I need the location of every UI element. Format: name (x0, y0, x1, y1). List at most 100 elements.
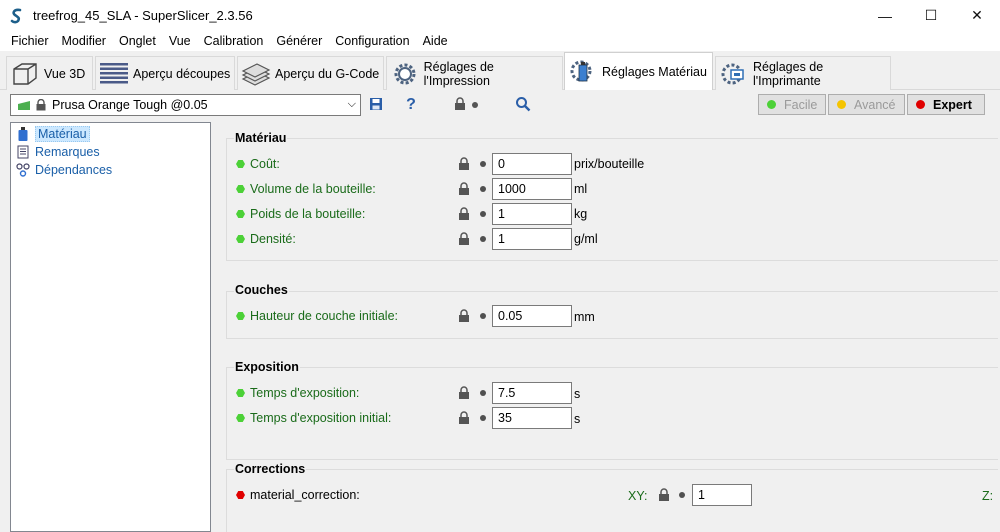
bottle-volume-input[interactable]: 1000 (492, 178, 572, 200)
tab-reglages-imprimante[interactable]: Réglages de l'Imprimante (715, 56, 891, 90)
tree-item-label: Remarques (35, 145, 100, 159)
search-button[interactable] (513, 95, 533, 115)
minimize-button[interactable]: — (862, 0, 908, 31)
unit-label: kg (574, 207, 588, 221)
tab-label: Réglages de l'Impression (423, 59, 494, 88)
layers-icon (99, 61, 129, 87)
mode-label: Avancé (854, 97, 896, 112)
mode-advanced-button[interactable]: Avancé (828, 94, 905, 115)
tab-apercu-decoupes[interactable]: Aperçu découpes (95, 56, 235, 90)
save-icon (369, 97, 383, 114)
menu-aide[interactable]: Aide (416, 34, 454, 48)
lock-legend-button[interactable] (450, 95, 482, 115)
tree-item-label: Dépendances (35, 163, 113, 177)
density-input[interactable]: 1 (492, 228, 572, 250)
mode-label: Facile (784, 97, 818, 112)
option-label: Volume de la bouteille: (236, 182, 376, 196)
initial-exposure-time-input[interactable]: 35 (492, 407, 572, 429)
unit-label: ml (574, 182, 588, 196)
mode-expert-button[interactable]: Expert (907, 94, 985, 115)
unit-label: g/ml (574, 232, 598, 246)
option-row-exposure-time: Temps d'exposition: 7.5 s (212, 382, 1000, 404)
tab-apercu-gcode[interactable]: Aperçu du G-Code (237, 56, 384, 90)
tab-label: Réglages Matériau (602, 65, 707, 79)
menu-configuration[interactable]: Configuration (328, 34, 415, 48)
dependencies-icon (16, 163, 30, 177)
tab-label: Réglages de l'Imprimante (753, 59, 824, 88)
initial-layer-height-input[interactable]: 0.05 (492, 305, 572, 327)
mode-label: Expert (933, 97, 972, 112)
lock-icon (35, 98, 47, 111)
green-hex-icon (236, 234, 245, 244)
option-label: Poids de la bouteille: (236, 207, 365, 221)
chevron-down-icon: ⌵ (347, 98, 356, 110)
gear-icon (390, 61, 420, 87)
reset-bullet-icon[interactable] (480, 236, 486, 242)
exposure-time-input[interactable]: 7.5 (492, 382, 572, 404)
lock-icon[interactable] (458, 182, 472, 196)
option-label: Densité: (236, 232, 296, 246)
green-hex-icon (236, 184, 245, 194)
red-hex-icon (236, 490, 245, 500)
window-title: treefrog_45_SLA - SuperSlicer_2.3.56 (33, 8, 253, 23)
tree-item-materiau[interactable]: Matériau (16, 125, 90, 143)
menu-fichier[interactable]: Fichier (4, 34, 55, 48)
printer-gear-icon (719, 61, 749, 87)
option-row-volume: Volume de la bouteille: 1000 ml (212, 178, 1000, 200)
cost-input[interactable]: 0 (492, 153, 572, 175)
menu-calibration[interactable]: Calibration (197, 34, 270, 48)
group-title-materiau: Matériau (234, 131, 288, 145)
green-hex-icon (236, 311, 245, 321)
reset-bullet-icon[interactable] (679, 492, 685, 498)
mode-simple-button[interactable]: Facile (758, 94, 826, 115)
preset-select[interactable]: Prusa Orange Tough @0.05 ⌵ (10, 94, 361, 116)
minimize-icon: — (878, 7, 892, 24)
lock-icon[interactable] (458, 232, 472, 246)
tab-vue-3d[interactable]: Vue 3D (6, 56, 93, 90)
menu-modifier[interactable]: Modifier (55, 34, 112, 48)
green-hex-icon (236, 209, 245, 219)
tab-reglages-impression[interactable]: Réglages de l'Impression (386, 56, 563, 90)
option-row-material-correction: material_correction: XY: 1 Z: (212, 484, 1000, 506)
lock-icon[interactable] (458, 207, 472, 221)
maximize-button[interactable]: ☐ (908, 0, 954, 31)
unit-label: prix/bouteille (574, 157, 645, 171)
close-button[interactable]: ✕ (954, 0, 1000, 31)
save-preset-button[interactable] (366, 95, 386, 115)
reset-bullet-icon[interactable] (480, 415, 486, 421)
unit-label: mm (574, 310, 595, 324)
lock-icon[interactable] (658, 488, 672, 502)
lock-icon[interactable] (458, 157, 472, 171)
tree-item-label: Matériau (35, 126, 90, 142)
option-row-poids: Poids de la bouteille: 1 kg (212, 203, 1000, 225)
tab-reglages-materiau[interactable]: Réglages Matériau (564, 52, 713, 91)
z-label: Z: (982, 489, 994, 503)
gcode-stack-icon (241, 61, 271, 87)
close-icon: ✕ (971, 7, 983, 23)
option-label: Temps d'exposition initial: (236, 411, 391, 425)
settings-page: Matériau Coût: 0 prix/bouteille Volume d… (212, 122, 1000, 532)
bottle-weight-input[interactable]: 1 (492, 203, 572, 225)
reset-bullet-icon[interactable] (480, 313, 486, 319)
resin-gear-icon (568, 59, 598, 85)
menu-generer[interactable]: Générer (269, 34, 328, 48)
group-title-couches: Couches (234, 283, 289, 297)
reset-bullet-icon[interactable] (480, 161, 486, 167)
option-label: Temps d'exposition: (236, 386, 359, 400)
group-title-exposition: Exposition (234, 360, 300, 374)
tab-label: Vue 3D (44, 66, 86, 81)
menu-vue[interactable]: Vue (162, 34, 197, 48)
reset-bullet-icon[interactable] (480, 186, 486, 192)
green-hex-icon (236, 388, 245, 398)
menu-onglet[interactable]: Onglet (112, 34, 162, 48)
green-hex-icon (236, 159, 245, 169)
tree-item-dependances[interactable]: Dépendances (16, 161, 112, 179)
correction-xy-input[interactable]: 1 (692, 484, 752, 506)
reset-bullet-icon[interactable] (480, 211, 486, 217)
reset-bullet-icon[interactable] (480, 390, 486, 396)
lock-icon[interactable] (458, 411, 472, 425)
lock-icon[interactable] (458, 386, 472, 400)
help-button[interactable]: ? (401, 95, 421, 115)
tree-item-remarques[interactable]: Remarques (16, 143, 100, 161)
lock-icon[interactable] (458, 309, 472, 323)
